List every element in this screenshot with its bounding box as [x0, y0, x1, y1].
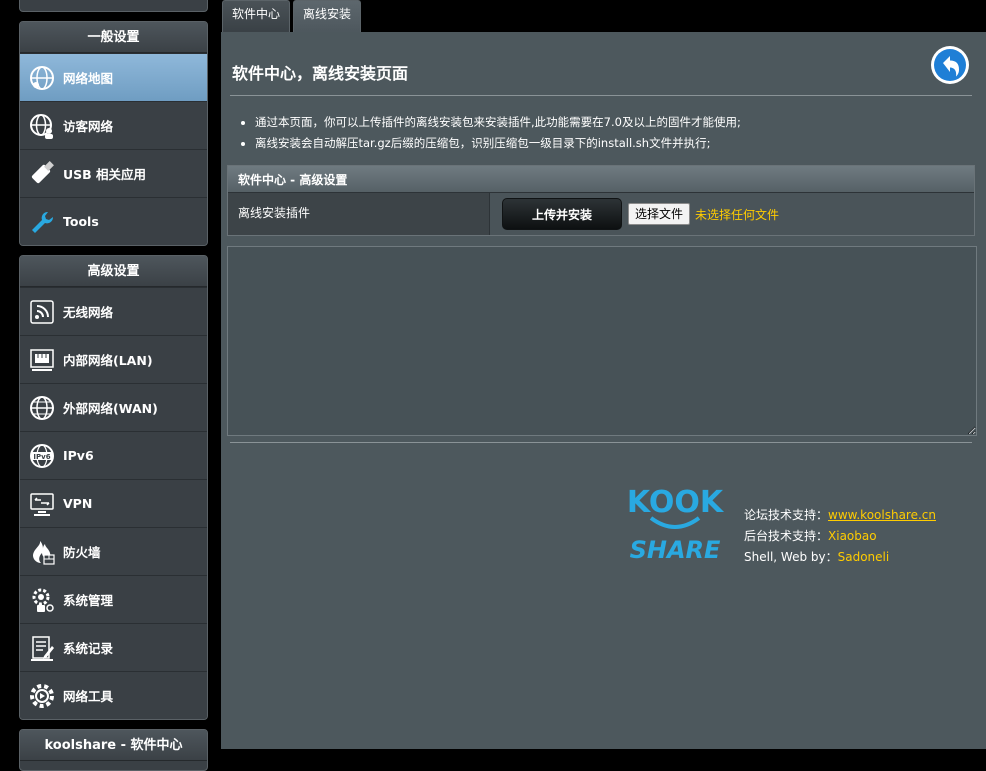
sidebar-item-label: 系统管理	[63, 593, 114, 608]
ipv6-icon: IPv6	[27, 441, 57, 471]
shell-author: Sadoneli	[837, 550, 890, 564]
menu-koolshare: koolshare - 软件中心	[19, 729, 208, 771]
note-item: 离线安装会自动解压tar.gz后缀的压缩包，识别压缩包一级目录下的install…	[241, 133, 741, 154]
sidebar-item-label: 内部网络(LAN)	[63, 353, 153, 368]
sidebar-top-stub	[19, 0, 208, 12]
sidebar-item-lan[interactable]: 内部网络(LAN)	[20, 335, 207, 383]
install-log-textarea[interactable]	[227, 246, 977, 436]
note-item: 通过本页面，你可以上传插件的离线安装包来安装插件,此功能需要在7.0及以上的固件…	[241, 112, 741, 133]
sidebar-item-firewall[interactable]: 防火墙	[20, 527, 207, 575]
table-row: 离线安装插件 上传并安装 选择文件 未选择任何文件	[228, 193, 974, 235]
guest-network-icon	[27, 111, 57, 141]
menu-advanced: 高级设置 无线网络 内部网络(LAN) 外部网络(WAN) IPv6 IPv6	[19, 255, 208, 720]
svg-text:KOOK: KOOK	[627, 485, 725, 520]
network-map-icon	[27, 63, 57, 93]
wireless-icon	[27, 297, 57, 327]
sidebar-item-label: 外部网络(WAN)	[63, 401, 158, 416]
lan-icon	[27, 345, 57, 375]
sidebar-item-wireless[interactable]: 无线网络	[20, 287, 207, 335]
sidebar-item-ipv6[interactable]: IPv6 IPv6	[20, 431, 207, 479]
wrench-icon	[27, 207, 57, 237]
footer-shell: Shell, Web by：Sadoneli	[744, 550, 890, 564]
sidebar-item-label: 防火墙	[63, 545, 101, 560]
svg-text:IPv6: IPv6	[33, 453, 50, 461]
title-divider	[230, 95, 972, 96]
koolshare-logo: KOOK SHARE	[627, 485, 725, 564]
sidebar-item-wan[interactable]: 外部网络(WAN)	[20, 383, 207, 431]
menu-header-general: 一般设置	[20, 22, 207, 53]
usb-icon	[27, 159, 57, 189]
firewall-icon	[27, 537, 57, 567]
sidebar-item-label: 系统记录	[63, 641, 114, 656]
sidebar-item-syslog[interactable]: 系统记录	[20, 623, 207, 671]
main-panel: 软件中心，离线安装页面 通过本页面，你可以上传插件的离线安装包来安装插件,此功能…	[221, 32, 986, 749]
page-title: 软件中心，离线安装页面	[232, 64, 409, 83]
upload-install-button[interactable]: 上传并安装	[502, 198, 622, 230]
backend-author: Xiaobao	[828, 529, 877, 543]
wan-globe-icon	[27, 393, 57, 423]
tab-offline-install[interactable]: 离线安装	[293, 0, 362, 33]
sidebar-item-guest-network[interactable]: 访客网络	[20, 101, 207, 149]
svg-text:SHARE: SHARE	[630, 536, 721, 564]
sidebar-item-label: IPv6	[63, 448, 94, 463]
settings-table: 软件中心 - 高级设置 离线安装插件 上传并安装 选择文件 未选择任何文件	[227, 165, 975, 236]
sidebar-item-label: 网络工具	[63, 689, 114, 704]
back-arrow-icon	[931, 46, 969, 84]
network-tools-icon	[27, 681, 57, 711]
footer-forum: 论坛技术支持：www.koolshare.cn	[744, 508, 936, 522]
sidebar: 一般设置 网络地图 访客网络 USB 相关应用 Tools 高级设置 无线网络 …	[0, 0, 212, 771]
table-header: 软件中心 - 高级设置	[228, 166, 974, 193]
back-button[interactable]	[929, 44, 971, 86]
footer-divider	[230, 442, 972, 443]
forum-link[interactable]: www.koolshare.cn	[828, 508, 936, 522]
admin-icon	[27, 585, 57, 615]
sidebar-item-label: 网络地图	[63, 71, 114, 86]
footer-info: 论坛技术支持：www.koolshare.cn 后台技术支持：Xiaobao S…	[744, 505, 936, 568]
sidebar-item-vpn[interactable]: VPN	[20, 479, 207, 527]
tab-software-center[interactable]: 软件中心	[222, 0, 291, 33]
sidebar-item-tools[interactable]: Tools	[20, 197, 207, 245]
footer-backend: 后台技术支持：Xiaobao	[744, 529, 877, 543]
sidebar-item-label: 访客网络	[63, 119, 114, 134]
vpn-icon	[27, 489, 57, 519]
sidebar-item-label: 无线网络	[63, 305, 114, 320]
sidebar-item-label: USB 相关应用	[63, 167, 147, 182]
row-label-offline-install: 离线安装插件	[228, 193, 490, 235]
row-value: 上传并安装 选择文件 未选择任何文件	[490, 193, 974, 235]
sidebar-item-network-tools[interactable]: 网络工具	[20, 671, 207, 719]
menu-general: 一般设置 网络地图 访客网络 USB 相关应用 Tools	[19, 21, 208, 246]
menu-header-koolshare: koolshare - 软件中心	[20, 730, 207, 761]
log-icon	[27, 633, 57, 663]
sidebar-item-network-map[interactable]: 网络地图	[20, 53, 207, 101]
choose-file-button[interactable]: 选择文件	[628, 203, 691, 225]
menu-header-advanced: 高级设置	[20, 256, 207, 287]
file-status-text: 未选择任何文件	[695, 207, 780, 222]
sidebar-item-admin[interactable]: 系统管理	[20, 575, 207, 623]
tab-bar: 软件中心 离线安装	[222, 0, 364, 34]
notes-list: 通过本页面，你可以上传插件的离线安装包来安装插件,此功能需要在7.0及以上的固件…	[241, 112, 741, 154]
sidebar-item-usb[interactable]: USB 相关应用	[20, 149, 207, 197]
sidebar-item-label: VPN	[63, 496, 93, 511]
sidebar-item-label: Tools	[63, 214, 99, 229]
